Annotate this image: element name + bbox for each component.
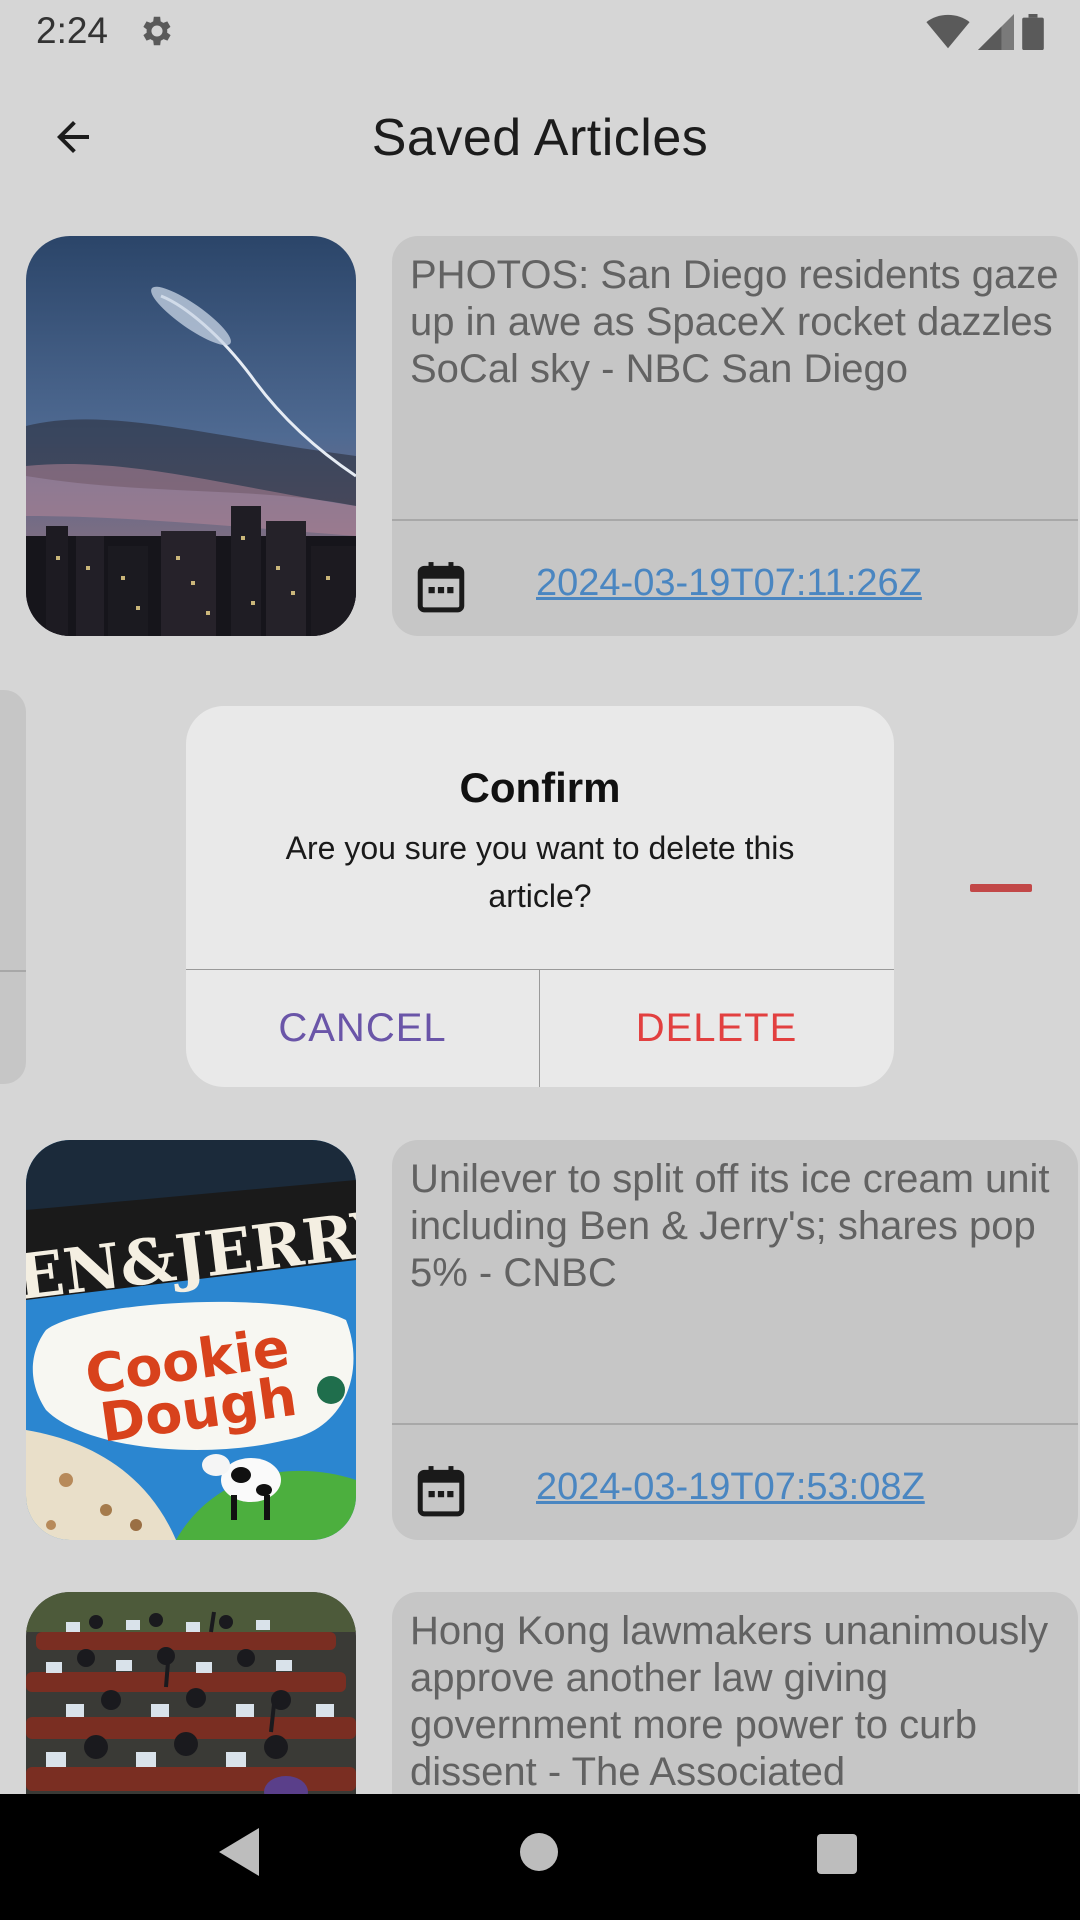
article-headline[interactable]: Hong Kong lawmakers unanimously approve … <box>410 1608 1060 1796</box>
nav-back-icon[interactable] <box>217 1826 261 1878</box>
dialog-message: Are you sure you want to delete this art… <box>285 830 795 914</box>
divider <box>392 519 1078 521</box>
wifi-icon <box>926 14 970 49</box>
cancel-button[interactable]: CANCEL <box>186 970 539 1087</box>
ice-cream-pint-photo: EN&JERRY'S Cookie Dough <box>26 1140 356 1540</box>
remove-indicator-icon <box>970 884 1032 892</box>
status-icons <box>926 14 1044 50</box>
article-thumbnail[interactable]: EN&JERRY'S Cookie Dough <box>26 1140 356 1540</box>
app-bar: Saved Articles <box>0 64 1080 214</box>
article-headline[interactable]: PHOTOS: San Diego residents gaze up in a… <box>410 252 1060 393</box>
nav-recent-icon[interactable] <box>817 1834 857 1874</box>
divider <box>392 1423 1078 1425</box>
dialog-title: Confirm <box>459 764 621 811</box>
system-nav-bar <box>0 1794 1080 1920</box>
article-card[interactable]: EN&JERRY'S Cookie Dough Unilever to spli… <box>26 1140 1078 1540</box>
battery-icon <box>1022 14 1044 50</box>
status-time: 2:24 <box>36 10 109 51</box>
nav-home-icon[interactable] <box>520 1833 558 1871</box>
article-headline[interactable]: Unilever to split off its ice cream unit… <box>410 1156 1060 1297</box>
calendar-icon <box>417 1466 465 1517</box>
screen: 2:24 Saved Articles PHOTOS: San Diego re… <box>0 0 1080 1920</box>
article-thumbnail[interactable] <box>26 236 356 636</box>
page-title: Saved Articles <box>371 109 709 167</box>
article-info[interactable]: PHOTOS: San Diego residents gaze up in a… <box>392 236 1078 636</box>
calendar-icon <box>417 562 465 613</box>
confirm-dialog: Confirm Are you sure you want to delete … <box>186 706 894 1087</box>
article-date-link[interactable]: 2024-03-19T07:53:08Z <box>536 1466 925 1509</box>
article-date-link[interactable]: 2024-03-19T07:11:26Z <box>536 562 922 605</box>
delete-button[interactable]: DELETE <box>540 970 893 1087</box>
status-bar: 2:24 <box>0 0 1080 64</box>
signal-icon <box>978 14 1014 50</box>
swiped-article-card[interactable] <box>0 690 26 1084</box>
article-info[interactable]: Unilever to split off its ice cream unit… <box>392 1140 1078 1540</box>
divider <box>0 970 26 972</box>
rocket-trail-photo <box>26 236 356 636</box>
gear-icon <box>143 16 171 46</box>
article-card[interactable]: PHOTOS: San Diego residents gaze up in a… <box>26 236 1078 636</box>
